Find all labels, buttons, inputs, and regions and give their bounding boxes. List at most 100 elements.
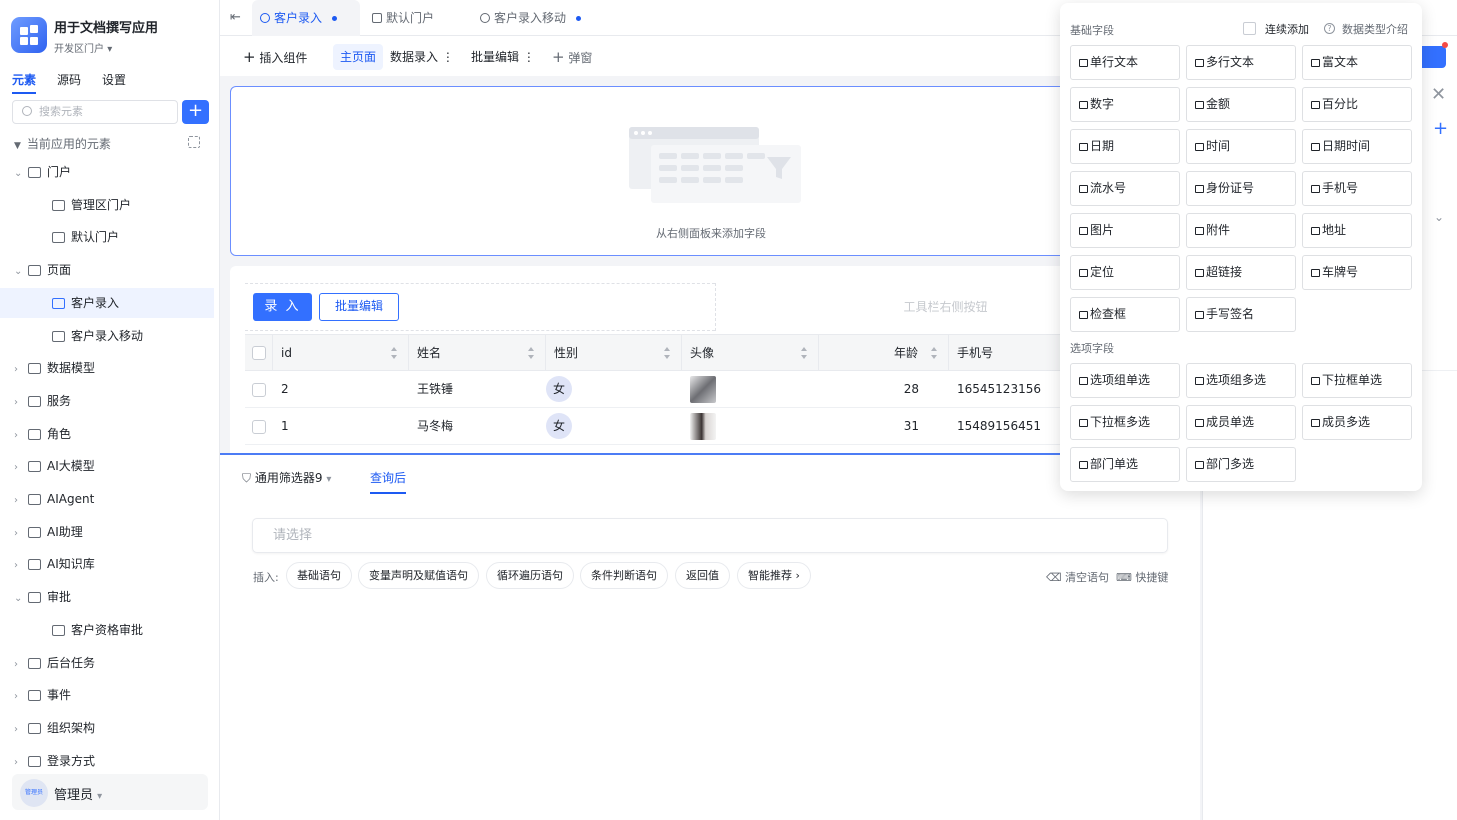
chip-loop-statement[interactable]: 循环遍历语句 (486, 562, 574, 589)
select-all-checkbox[interactable] (252, 346, 266, 360)
chevron-right-icon[interactable]: › (14, 682, 26, 712)
user-menu[interactable]: 管理员 管理员 ▾ (12, 774, 208, 810)
avatar-thumbnail[interactable] (690, 376, 716, 403)
column-header[interactable]: 头像 (682, 335, 819, 371)
field-type-button[interactable]: 手写签名 (1186, 297, 1296, 332)
add-popup-button[interactable]: + 弹窗 (545, 44, 599, 70)
avatar-thumbnail[interactable] (690, 413, 716, 440)
sort-icon[interactable] (801, 347, 808, 359)
chip-smart-recommend[interactable]: 智能推荐 › (737, 562, 811, 589)
tree-item[interactable]: 默认门户 (0, 222, 214, 252)
tab-batch-edit[interactable]: 批量编辑 ⋮ (464, 44, 542, 70)
field-type-button[interactable]: 下拉框单选 (1302, 363, 1412, 398)
table-row[interactable]: 2 王铁锤 女 28 16545123156 (245, 371, 1185, 408)
chevron-right-icon[interactable]: › (14, 355, 26, 385)
tab-customer-entry-mobile[interactable]: 客户录入移动 (472, 0, 602, 36)
row-checkbox[interactable] (252, 383, 266, 397)
continuous-add-label[interactable]: 连续添加 (1265, 21, 1309, 37)
field-type-button[interactable]: 日期 (1070, 129, 1180, 164)
tree-item[interactable]: › AI大模型 (0, 451, 214, 481)
field-type-button[interactable]: 单行文本 (1070, 45, 1180, 80)
chevron-right-icon[interactable]: › (14, 519, 26, 549)
field-type-button[interactable]: 成员多选 (1302, 405, 1412, 440)
tab-source[interactable]: 源码 (57, 71, 81, 94)
chevron-right-icon[interactable]: › (14, 453, 26, 483)
chevron-down-icon[interactable]: ⌄ (1434, 210, 1444, 224)
row-checkbox[interactable] (252, 420, 266, 434)
type-intro-link[interactable]: 数据类型介绍 (1342, 21, 1408, 37)
tab-data-entry[interactable]: 数据录入 ⋮ (383, 44, 461, 70)
field-type-button[interactable]: 时间 (1186, 129, 1296, 164)
column-header[interactable]: 姓名 (409, 335, 546, 371)
sort-icon[interactable] (931, 347, 938, 359)
tree-item[interactable]: › 角色 (0, 419, 214, 449)
tree-item[interactable]: › AI知识库 (0, 549, 214, 579)
tree-item[interactable]: 客户录入移动 (0, 321, 214, 351)
sort-icon[interactable] (528, 347, 535, 359)
field-type-button[interactable]: 部门多选 (1186, 447, 1296, 482)
field-type-button[interactable]: 成员单选 (1186, 405, 1296, 440)
field-type-button[interactable]: 多行文本 (1186, 45, 1296, 80)
field-type-button[interactable]: 附件 (1186, 213, 1296, 248)
chip-variable-statement[interactable]: 变量声明及赋值语句 (358, 562, 479, 589)
field-type-button[interactable]: 选项组多选 (1186, 363, 1296, 398)
add-element-button[interactable]: + (182, 100, 209, 124)
insert-component-button[interactable]: + 插入组件 (236, 44, 314, 70)
column-header[interactable]: 年龄 (819, 335, 949, 371)
tree-item[interactable]: › AI助理 (0, 517, 214, 547)
continuous-add-checkbox[interactable] (1243, 22, 1256, 35)
field-type-button[interactable]: 选项组单选 (1070, 363, 1180, 398)
chevron-right-icon[interactable]: › (14, 551, 26, 581)
tree-item[interactable]: › 后台任务 (0, 648, 214, 678)
tree-item[interactable]: 管理区门户 (0, 190, 214, 220)
chevron-right-icon[interactable]: › (14, 486, 26, 516)
tab-settings[interactable]: 设置 (102, 71, 126, 94)
field-type-button[interactable]: 百分比 (1302, 87, 1412, 122)
tab-filter[interactable]: ⛉ 通用筛选器9 ▾ (242, 469, 331, 486)
tab-default-portal[interactable]: 默认门户 (364, 0, 464, 36)
field-type-button[interactable]: 日期时间 (1302, 129, 1412, 164)
collapse-sidebar-icon[interactable]: ⇤ (230, 10, 241, 25)
tree-item[interactable]: ⌄ 页面 (0, 255, 214, 285)
chevron-right-icon[interactable]: › (14, 650, 26, 680)
tree-item[interactable]: › 服务 (0, 386, 214, 416)
tree-item[interactable]: 客户资格审批 (0, 615, 214, 645)
chevron-down-icon[interactable]: ⌄ (14, 257, 26, 287)
field-type-button[interactable]: 定位 (1070, 255, 1180, 290)
field-type-button[interactable]: 身份证号 (1186, 171, 1296, 206)
chevron-down-icon[interactable]: ⌄ (14, 584, 26, 614)
field-type-button[interactable]: 富文本 (1302, 45, 1412, 80)
chip-return-value[interactable]: 返回值 (675, 562, 730, 589)
column-header[interactable]: id (273, 335, 409, 371)
chevron-right-icon[interactable]: › (14, 388, 26, 418)
tree-item[interactable]: › 登录方式 (0, 746, 214, 776)
tree-item[interactable]: ⌄ 门户 (0, 157, 214, 187)
chevron-right-icon[interactable]: › (14, 715, 26, 745)
field-type-button[interactable]: 流水号 (1070, 171, 1180, 206)
chip-basic-statement[interactable]: 基础语句 (286, 562, 352, 589)
table-row[interactable]: 1 马冬梅 女 31 15489156451 (245, 408, 1185, 445)
form-drop-zone[interactable]: 从右侧面板来添加字段 (230, 86, 1192, 256)
sort-icon[interactable] (664, 347, 671, 359)
clear-statements-button[interactable]: ⌫ 清空语句 (1046, 569, 1109, 585)
tree-item[interactable]: 客户录入 (0, 287, 214, 318)
tab-customer-entry[interactable]: 客户录入 (252, 0, 360, 36)
field-type-button[interactable]: 图片 (1070, 213, 1180, 248)
entry-button[interactable]: 录 入 (253, 293, 312, 321)
structure-icon[interactable] (188, 136, 200, 148)
chip-condition-statement[interactable]: 条件判断语句 (580, 562, 668, 589)
field-type-button[interactable]: 下拉框多选 (1070, 405, 1180, 440)
field-type-button[interactable]: 数字 (1070, 87, 1180, 122)
tab-elements[interactable]: 元素 (12, 71, 37, 94)
field-type-button[interactable]: 手机号 (1302, 171, 1412, 206)
search-input[interactable]: 搜索元素 (12, 100, 178, 124)
chevron-down-icon[interactable]: ⌄ (14, 159, 26, 189)
statement-select[interactable]: 请选择 (252, 518, 1168, 553)
batch-edit-button[interactable]: 批量编辑 (319, 293, 399, 321)
tab-after-query[interactable]: 查询后 (370, 469, 407, 494)
tree-item[interactable]: › 数据模型 (0, 353, 214, 383)
tab-main-page[interactable]: 主页面 (333, 44, 384, 70)
tree-header[interactable]: ▼ 当前应用的元素 (14, 135, 111, 152)
column-header[interactable]: 性别 (546, 335, 682, 371)
field-type-button[interactable]: 地址 (1302, 213, 1412, 248)
